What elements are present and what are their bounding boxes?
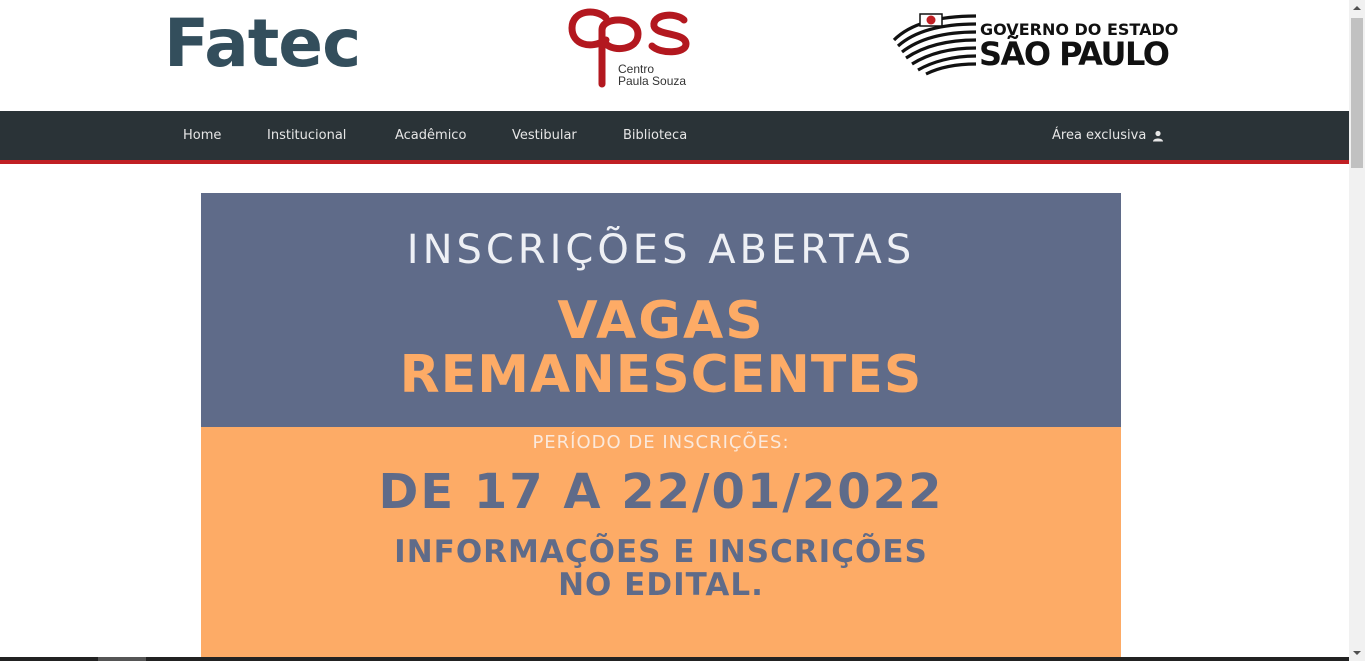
- scroll-up-arrow-icon[interactable]: [1349, 0, 1365, 16]
- banner-period-label: PERÍODO DE INSCRIÇÕES:: [532, 432, 790, 453]
- banner-heading: INSCRIÇÕES ABERTAS: [406, 227, 916, 273]
- scroll-down-arrow-icon[interactable]: [1349, 645, 1365, 661]
- nav-item-academico[interactable]: Acadêmico: [395, 111, 466, 160]
- banner-info-line1: INFORMAÇÕES E INSCRIÇÕES: [394, 534, 928, 570]
- bottom-edge-highlight: [98, 657, 146, 661]
- banner-title-line2: REMANESCENTES: [399, 345, 923, 405]
- area-exclusiva-link[interactable]: Área exclusiva: [1052, 111, 1164, 160]
- user-icon: [1153, 130, 1164, 141]
- cps-logo[interactable]: Centro Paula Souza: [566, 4, 696, 88]
- vertical-scrollbar[interactable]: [1349, 0, 1365, 661]
- banner-info-line2: NO EDITAL.: [558, 567, 764, 603]
- sp-flag-emblem-icon: [892, 13, 977, 76]
- scrollbar-thumb[interactable]: [1351, 18, 1363, 168]
- cps-logo-text-line2: Paula Souza: [618, 74, 687, 88]
- fatec-logo[interactable]: Fatec: [164, 4, 361, 84]
- banner-title-line1: VAGAS: [557, 291, 765, 351]
- nav-item-biblioteca[interactable]: Biblioteca: [623, 111, 687, 160]
- site-header: Fatec Centro Paula Souza GOVERNO DO ESTA…: [0, 0, 1349, 111]
- governo-sp-logo[interactable]: GOVERNO DO ESTADO SÃO PAULO: [892, 12, 1182, 76]
- bottom-edge-strip: [0, 657, 1349, 661]
- banner-date-range: DE 17 A 22/01/2022: [378, 464, 944, 520]
- area-exclusiva-label: Área exclusiva: [1052, 128, 1147, 143]
- main-navbar: Home Institucional Acadêmico Vestibular …: [0, 111, 1349, 160]
- navbar-accent-line: [0, 160, 1349, 164]
- sao-paulo-text: SÃO PAULO: [979, 35, 1170, 73]
- nav-item-vestibular[interactable]: Vestibular: [512, 111, 577, 160]
- nav-item-home[interactable]: Home: [183, 111, 221, 160]
- vagas-remanescentes-banner[interactable]: INSCRIÇÕES ABERTAS VAGAS REMANESCENTES P…: [201, 193, 1121, 661]
- nav-item-institucional[interactable]: Institucional: [267, 111, 346, 160]
